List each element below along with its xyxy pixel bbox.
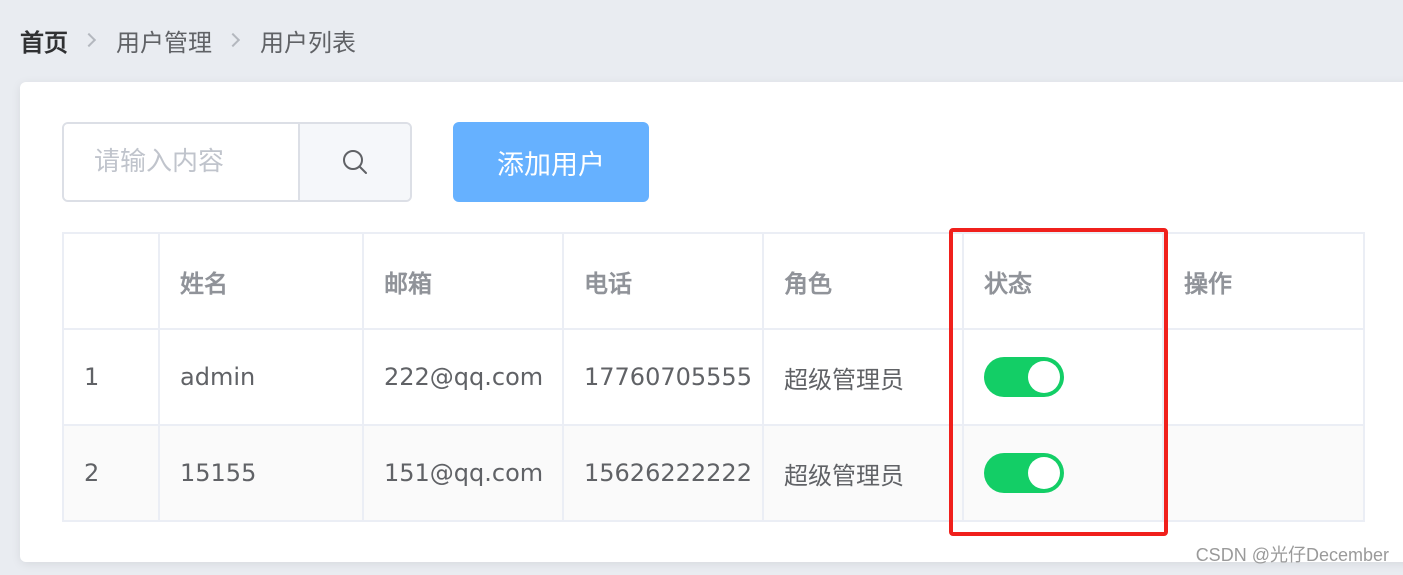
cell-email: 222@qq.com — [362, 328, 564, 426]
cell-actions — [1162, 424, 1365, 522]
search-group — [62, 122, 412, 202]
cell-email: 151@qq.com — [362, 424, 564, 522]
column-header-phone: 电话 — [562, 232, 764, 330]
search-button[interactable] — [298, 124, 410, 200]
cell-phone: 15626222222 — [562, 424, 764, 522]
column-header-name: 姓名 — [158, 232, 364, 330]
column-header-role: 角色 — [762, 232, 964, 330]
cell-role: 超级管理员 — [762, 424, 964, 522]
column-header-status: 状态 — [962, 232, 1164, 330]
user-table: 姓名 邮箱 电话 角色 状态 操作 1 admin 222@qq.com 177… — [62, 232, 1365, 522]
cell-role: 超级管理员 — [762, 328, 964, 426]
chevron-right-icon — [225, 32, 241, 48]
cell-status — [962, 328, 1164, 426]
breadcrumb-item-user-list: 用户列表 — [260, 28, 356, 57]
chevron-right-icon — [81, 32, 97, 48]
search-icon — [343, 150, 367, 174]
table-header-row: 姓名 邮箱 电话 角色 状态 操作 — [62, 232, 1365, 330]
status-switch[interactable] — [984, 453, 1064, 493]
cell-name: 15155 — [158, 424, 364, 522]
breadcrumb: 首页 用户管理 用户列表 — [20, 22, 356, 58]
column-header-index — [62, 232, 160, 330]
column-header-email: 邮箱 — [362, 232, 564, 330]
breadcrumb-item-user-management: 用户管理 — [116, 28, 212, 57]
switch-knob — [1028, 457, 1060, 489]
switch-knob — [1028, 361, 1060, 393]
table-row: 2 15155 151@qq.com 15626222222 超级管理员 — [62, 424, 1365, 522]
cell-actions — [1162, 328, 1365, 426]
cell-index: 1 — [62, 328, 160, 426]
search-input[interactable] — [64, 124, 298, 200]
add-user-button[interactable]: 添加用户 — [453, 122, 649, 202]
content-card: 添加用户 姓名 邮箱 电话 角色 状态 操作 — [20, 82, 1403, 562]
cell-index: 2 — [62, 424, 160, 522]
table-row: 1 admin 222@qq.com 17760705555 超级管理员 — [62, 328, 1365, 426]
cell-phone: 17760705555 — [562, 328, 764, 426]
status-switch[interactable] — [984, 357, 1064, 397]
watermark: CSDN @光仔December — [1195, 545, 1389, 565]
breadcrumb-item-home[interactable]: 首页 — [20, 23, 68, 58]
cell-status — [962, 424, 1164, 522]
column-header-actions: 操作 — [1162, 232, 1365, 330]
cell-name: admin — [158, 328, 364, 426]
